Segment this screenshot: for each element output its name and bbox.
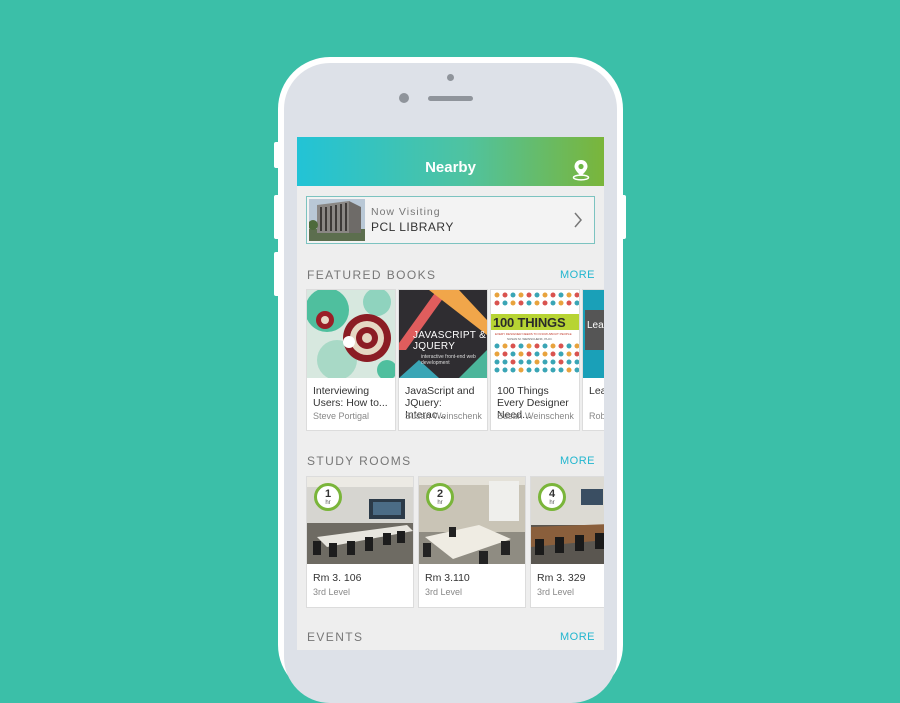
book-card[interactable]: 100 THINGS EVERY DESIGNER NEEDS TO KNOW … — [491, 290, 579, 430]
chevron-right-icon — [574, 212, 582, 228]
book-card[interactable]: JAVASCRIPT & JQUERY interactive front-en… — [399, 290, 487, 430]
library-photo — [309, 199, 365, 241]
room-name: Rm 3. 106 — [313, 572, 362, 584]
cover-title: 100 THINGS — [493, 315, 566, 330]
book-cover — [307, 290, 395, 378]
events-heading: EVENTS — [307, 630, 364, 644]
book-card[interactable]: Interviewing Users: How to... Steve Port… — [307, 290, 395, 430]
book-author: Susan Weinschenk — [405, 411, 482, 421]
cover-title: Learn PHP & J — [587, 320, 604, 331]
duration-hours: 4 — [548, 488, 556, 500]
now-visiting-label: Now Visiting — [371, 206, 441, 218]
cover-author: SUSAN M. WEINSCHENK, PH.D. — [507, 337, 553, 341]
visiting-place-name: PCL LIBRARY — [371, 220, 454, 234]
book-cover: JAVASCRIPT & JQUERY interactive front-en… — [399, 290, 487, 378]
featured-books-more-link[interactable]: MORE — [560, 269, 595, 281]
duration-unit: hr — [549, 500, 555, 506]
duration-unit: hr — [325, 500, 331, 506]
room-card[interactable]: 4 hr Rm 3. 329 3rd Level — [531, 477, 604, 607]
front-camera — [399, 93, 409, 103]
room-card[interactable]: 2 hr Rm 3.110 3rd Level — [419, 477, 525, 607]
duration-hours: 1 — [324, 488, 332, 500]
nav-title: Nearby — [425, 159, 476, 176]
book-cover: 100 THINGS EVERY DESIGNER NEEDS TO KNOW … — [491, 290, 579, 378]
book-author: Steve Portigal — [313, 411, 370, 421]
duration-badge: 1 hr — [314, 483, 342, 511]
events-more-link[interactable]: MORE — [560, 631, 595, 643]
map-pin-icon[interactable] — [572, 159, 590, 181]
room-name: Rm 3.110 — [425, 572, 470, 584]
cover-title: JAVASCRIPT & JQUERY — [413, 330, 487, 352]
room-card[interactable]: 1 hr Rm 3. 106 3rd Level — [307, 477, 413, 607]
room-name: Rm 3. 329 — [537, 572, 586, 584]
book-cover: Learn PHP & J — [583, 290, 604, 378]
room-level: 3rd Level — [537, 587, 575, 597]
proximity-sensor — [447, 74, 454, 81]
room-level: 3rd Level — [313, 587, 351, 597]
book-author: Susan Weinschenk — [497, 411, 574, 421]
duration-badge: 4 hr — [538, 483, 566, 511]
duration-hours: 2 — [436, 488, 444, 500]
study-rooms-more-link[interactable]: MORE — [560, 455, 595, 467]
book-title: Lea... MyS... — [589, 385, 604, 397]
now-visiting-banner[interactable]: Now Visiting PCL LIBRARY — [306, 196, 595, 244]
study-rooms-heading: STUDY ROOMS — [307, 454, 412, 468]
duration-badge: 2 hr — [426, 483, 454, 511]
room-level: 3rd Level — [425, 587, 463, 597]
duration-unit: hr — [437, 500, 443, 506]
app-screen: Nearby Now Visiting PCL LIBRARY FEATURED… — [297, 137, 604, 650]
cover-subtitle: EVERY DESIGNER NEEDS TO KNOW ABOUT PEOPL… — [495, 332, 572, 336]
featured-books-heading: FEATURED BOOKS — [307, 268, 437, 282]
book-card[interactable]: Learn PHP & J Lea... MyS... Robi... — [583, 290, 604, 430]
book-author: Robi... — [589, 411, 604, 421]
earpiece-speaker — [428, 96, 473, 101]
nav-bar: Nearby — [297, 137, 604, 186]
cover-subtitle: interactive front-end web development — [421, 354, 476, 366]
book-title: Interviewing Users: How to... — [313, 385, 388, 409]
